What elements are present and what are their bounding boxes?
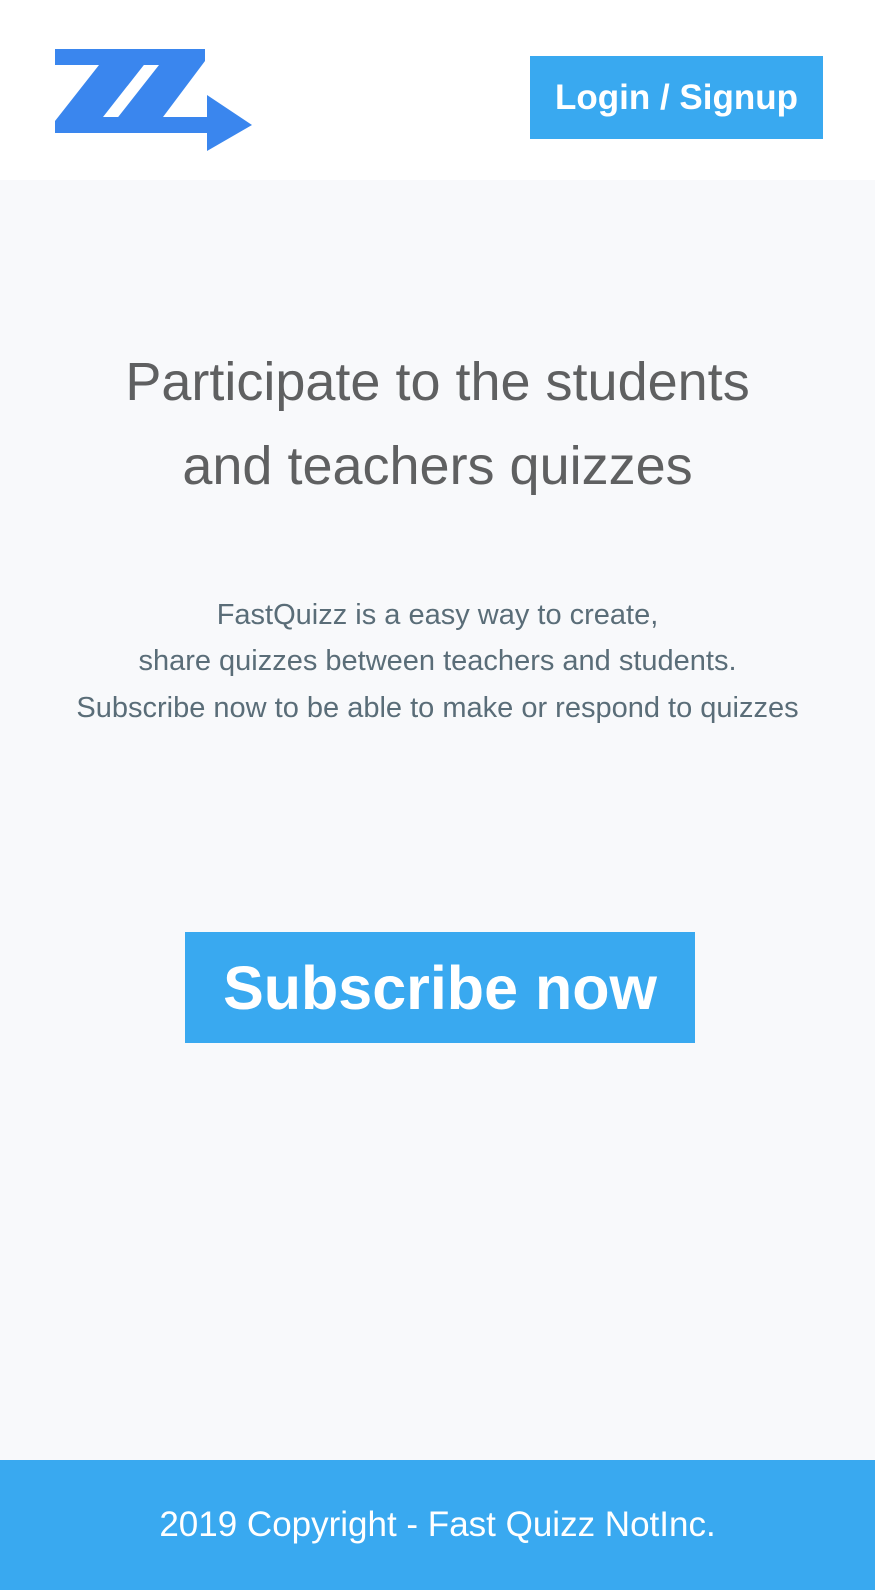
hero-section: Participate to the students and teachers… <box>0 180 875 1460</box>
description: FastQuizz is a easy way to create, share… <box>0 592 875 684</box>
headline-line-1: Participate to the students <box>125 352 750 412</box>
subscribe-button[interactable]: Subscribe now <box>185 932 695 1043</box>
description-line-2: share quizzes between teachers and stude… <box>138 645 737 677</box>
call-to-action-text: Subscribe now to be able to make or resp… <box>76 692 799 724</box>
site-header: Login / Signup <box>0 0 875 180</box>
description-line-1: FastQuizz is a easy way to create, <box>216 599 659 631</box>
login-signup-button[interactable]: Login / Signup <box>530 56 823 139</box>
zz-arrow-logo-icon <box>55 49 252 151</box>
page-title: Participate to the students and teachers… <box>0 340 875 508</box>
logo[interactable] <box>55 47 255 151</box>
headline-line-2: and teachers quizzes <box>182 436 693 496</box>
copyright-text: 2019 Copyright - Fast Quizz NotInc. <box>159 1505 716 1544</box>
site-footer: 2019 Copyright - Fast Quizz NotInc. <box>0 1460 875 1590</box>
